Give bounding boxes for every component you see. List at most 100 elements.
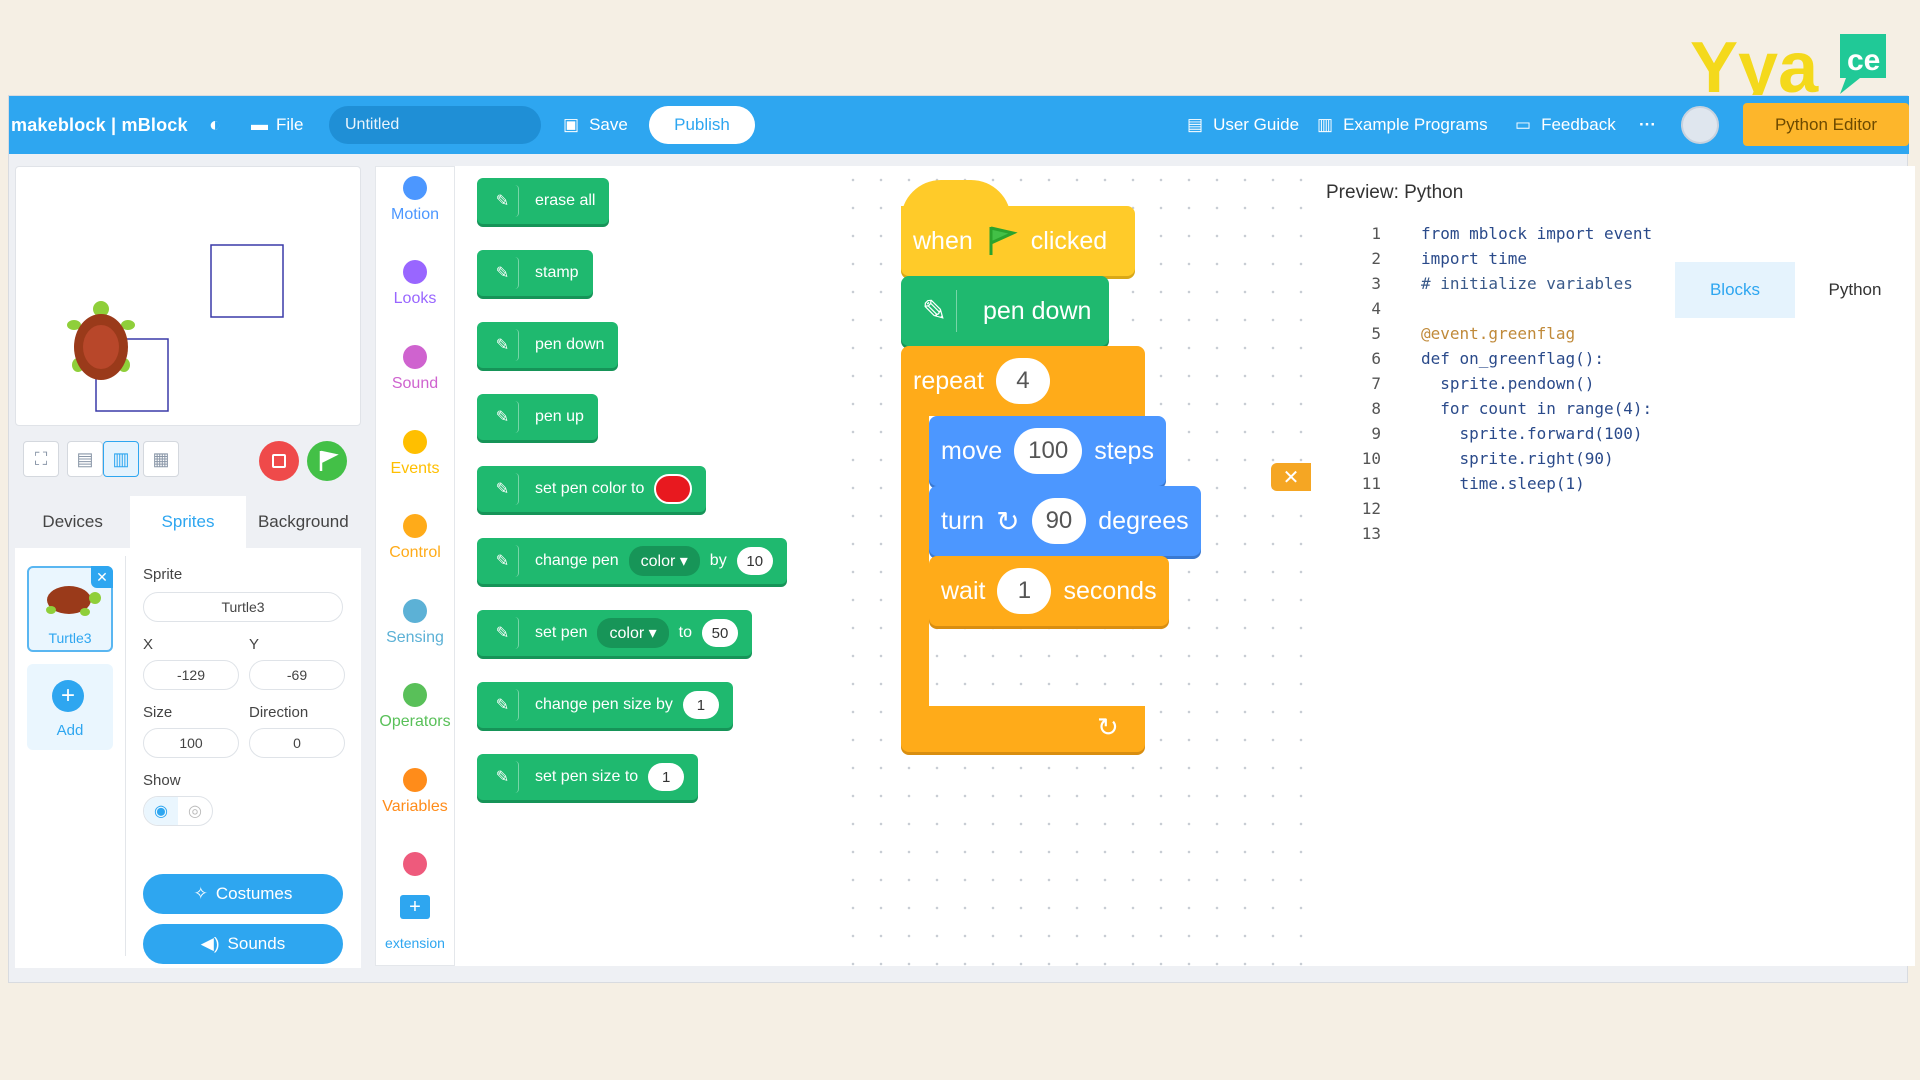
block-change-pen-color[interactable]: ✎ change pen color ▾ by 10 bbox=[477, 538, 787, 584]
small-stage-icon[interactable]: ▤ bbox=[67, 441, 103, 477]
turn-label: turn bbox=[941, 506, 985, 535]
show-eye-icon[interactable]: ◉ bbox=[144, 797, 178, 825]
add-sprite-button[interactable]: + Add bbox=[27, 664, 113, 750]
block-palette: ✎ erase all ✎ stamp ✎ pen down ✎ pen up ✎ set… bbox=[455, 166, 839, 966]
wait-seconds-input[interactable]: 1 bbox=[997, 568, 1052, 614]
block-pen-down[interactable]: ✎ pen down bbox=[477, 322, 619, 368]
feedback-label: Feedback bbox=[1541, 115, 1616, 134]
category-motion[interactable]: Motion bbox=[375, 176, 455, 224]
code-text: def on_greenflag(): bbox=[1421, 349, 1605, 368]
code-text: sprite.pendown() bbox=[1421, 374, 1595, 393]
block-set-pen-size[interactable]: ✎ set pen size to 1 bbox=[477, 754, 699, 800]
file-label: File bbox=[276, 115, 304, 134]
tab-devices[interactable]: Devices bbox=[15, 496, 130, 548]
category-events[interactable]: Events bbox=[375, 430, 455, 478]
block-change-pen-size[interactable]: ✎ change pen size by 1 bbox=[477, 682, 733, 728]
script-pen-down-block[interactable]: ✎ pen down bbox=[901, 276, 1109, 346]
stop-button[interactable] bbox=[259, 441, 299, 481]
costumes-button[interactable]: ✧ Costumes bbox=[143, 874, 343, 914]
svg-text:ce: ce bbox=[1847, 44, 1880, 77]
stage[interactable] bbox=[15, 166, 361, 426]
category-sound[interactable]: Sound bbox=[375, 345, 455, 393]
block-label: set pen size to bbox=[535, 768, 639, 785]
delete-sprite-icon[interactable]: ✕ bbox=[91, 566, 113, 588]
code-line: 7 sprite.pendown() bbox=[1345, 374, 1594, 399]
code-text: sprite.right(90) bbox=[1421, 449, 1614, 468]
pen-icon: ✎ bbox=[913, 290, 957, 332]
fullscreen-icon[interactable]: ⛶ bbox=[23, 441, 59, 477]
folder-icon: ▬ bbox=[251, 115, 268, 134]
repeat-block[interactable]: repeat 4 bbox=[901, 346, 1062, 416]
extension-button[interactable]: + extension bbox=[383, 889, 447, 967]
wait-label: wait bbox=[941, 576, 986, 605]
project-title-input[interactable]: Untitled bbox=[329, 106, 541, 144]
change-by-input[interactable]: 10 bbox=[736, 547, 773, 575]
block-set-pen-param[interactable]: ✎ set pen color ▾ to 50 bbox=[477, 610, 752, 656]
set-to-input[interactable]: 50 bbox=[701, 619, 738, 647]
category-looks[interactable]: Looks bbox=[375, 260, 455, 308]
block-set-pen-color[interactable]: ✎ set pen color to bbox=[477, 466, 707, 512]
x-field[interactable]: -129 bbox=[143, 660, 239, 690]
stop-icon bbox=[272, 454, 286, 468]
set-size-input[interactable]: 1 bbox=[648, 763, 685, 791]
category-sensing[interactable]: Sensing bbox=[375, 599, 455, 647]
y-label: Y bbox=[249, 636, 260, 653]
turn-degrees-input[interactable]: 90 bbox=[1031, 498, 1087, 544]
category-control[interactable]: Control bbox=[375, 514, 455, 562]
block-erase-all[interactable]: ✎ erase all bbox=[477, 178, 610, 224]
repeat-arm bbox=[901, 416, 929, 706]
tab-python[interactable]: Python bbox=[1795, 262, 1915, 318]
block-stamp[interactable]: ✎ stamp bbox=[477, 250, 593, 296]
grid-view-icon[interactable]: ▦ bbox=[143, 441, 179, 477]
color-dropdown[interactable]: color ▾ bbox=[597, 618, 669, 648]
size-field[interactable]: 100 bbox=[143, 728, 239, 758]
color-dropdown[interactable]: color ▾ bbox=[628, 546, 700, 576]
show-toggle: ◉ ◎ bbox=[143, 796, 213, 826]
turn-block[interactable]: turn ↻ 90 degrees bbox=[929, 486, 1201, 556]
publish-button[interactable]: Publish bbox=[649, 106, 755, 144]
book-icon: ▥ bbox=[1317, 115, 1334, 134]
code-text: import time bbox=[1421, 249, 1527, 268]
save-icon: ▣ bbox=[563, 115, 580, 134]
block-pen-up[interactable]: ✎ pen up bbox=[477, 394, 598, 440]
y-field[interactable]: -69 bbox=[249, 660, 345, 690]
rotate-right-icon: ↻ bbox=[996, 505, 1020, 537]
tab-background[interactable]: Background bbox=[246, 496, 361, 548]
more-menu[interactable]: ··· bbox=[1639, 96, 1656, 154]
direction-field[interactable]: 0 bbox=[249, 728, 345, 758]
user-guide-link[interactable]: ▤ User Guide bbox=[1187, 96, 1299, 154]
category-variables[interactable]: Variables bbox=[375, 768, 455, 816]
category-operators[interactable]: Operators bbox=[375, 683, 455, 731]
language-icon[interactable]: ◐ bbox=[209, 96, 221, 154]
python-editor-button[interactable]: Python Editor bbox=[1743, 103, 1909, 146]
wait-block[interactable]: wait 1 seconds bbox=[929, 556, 1169, 626]
code-line: 12 bbox=[1345, 499, 1421, 524]
sprite-name-field[interactable]: Turtle3 bbox=[143, 592, 343, 622]
example-programs-link[interactable]: ▥ Example Programs bbox=[1317, 96, 1488, 154]
sounds-button[interactable]: ◀) Sounds bbox=[143, 924, 343, 964]
close-panel-icon[interactable]: ✕ bbox=[1271, 463, 1311, 491]
code-line: 1 from mblock import event bbox=[1345, 224, 1652, 249]
move-steps-input[interactable]: 100 bbox=[1014, 428, 1083, 474]
category-more[interactable] bbox=[375, 852, 455, 882]
move-block[interactable]: move 100 steps bbox=[929, 416, 1166, 486]
pen-color-swatch[interactable] bbox=[654, 474, 693, 504]
repeat-count-input[interactable]: 4 bbox=[995, 358, 1050, 404]
turtle-sprite[interactable] bbox=[67, 301, 135, 380]
normal-stage-icon[interactable]: ▥ bbox=[103, 441, 139, 477]
feedback-link[interactable]: ▭ Feedback bbox=[1515, 96, 1616, 154]
save-button[interactable]: ▣ Save bbox=[563, 96, 628, 154]
line-number: 12 bbox=[1361, 499, 1381, 518]
file-menu[interactable]: ▬ File bbox=[251, 96, 303, 154]
change-size-input[interactable]: 1 bbox=[682, 691, 719, 719]
sprite-thumb-turtle3[interactable]: ✕ Turtle3 bbox=[27, 566, 113, 652]
when-flag-clicked-block[interactable]: when clicked bbox=[901, 206, 1135, 276]
tab-blocks[interactable]: Blocks bbox=[1675, 262, 1795, 318]
line-number: 5 bbox=[1371, 324, 1381, 343]
avatar[interactable] bbox=[1681, 106, 1719, 144]
feedback-icon: ▭ bbox=[1515, 115, 1532, 134]
block-label: stamp bbox=[535, 264, 579, 281]
green-flag-button[interactable] bbox=[307, 441, 347, 481]
tab-sprites[interactable]: Sprites bbox=[130, 496, 246, 548]
hide-eye-icon[interactable]: ◎ bbox=[178, 797, 212, 825]
